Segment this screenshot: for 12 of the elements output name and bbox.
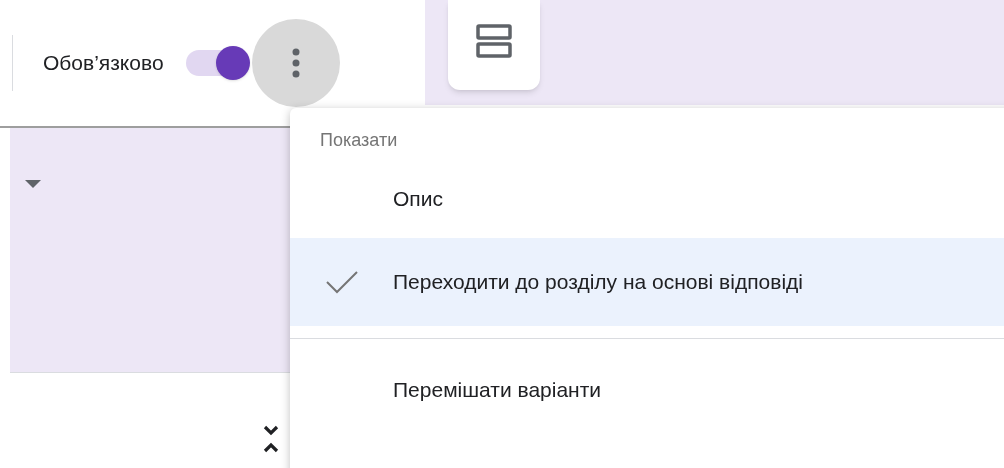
menu-section-header: Показати xyxy=(320,128,398,152)
add-section-button[interactable] xyxy=(448,0,540,90)
dropdown-arrow-icon[interactable] xyxy=(25,180,41,188)
more-vertical-icon xyxy=(291,48,300,78)
required-label: Обов’язково xyxy=(43,50,164,77)
check-icon xyxy=(324,270,359,294)
expand-collapse-icon[interactable] xyxy=(262,423,280,455)
menu-item[interactable]: Опис xyxy=(290,160,1004,238)
section-icon xyxy=(476,24,512,58)
menu-item[interactable]: Переходити до розділу на основі відповіді xyxy=(290,238,1004,326)
menu-item[interactable]: Перемішати варіанти xyxy=(290,351,1004,429)
toggle-switch[interactable] xyxy=(185,46,250,80)
